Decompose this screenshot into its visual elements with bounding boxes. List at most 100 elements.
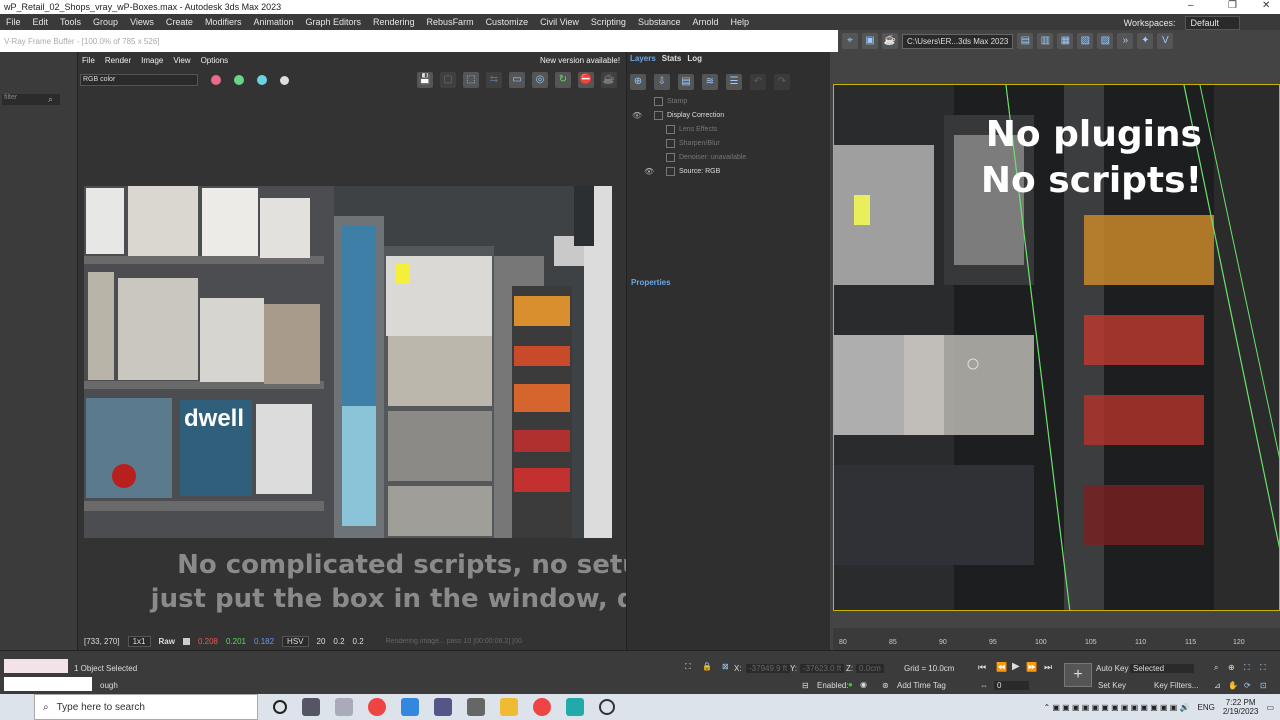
material-editor-icon[interactable]: ▦ [1057, 33, 1074, 49]
new-version-notice[interactable]: New version available! [540, 56, 620, 65]
zoom-icon[interactable]: ⌕ [1214, 663, 1218, 673]
app-icon[interactable] [599, 699, 615, 715]
zoom-extents-all-icon[interactable]: ⛶ [1260, 663, 1266, 673]
render-frame-icon[interactable]: ▣ [862, 33, 878, 49]
region-select-icon[interactable]: ⬚ [463, 72, 479, 88]
scene-explorer-icon[interactable]: ▥ [1037, 33, 1054, 49]
undo-icon[interactable]: ↶ [750, 74, 766, 90]
menu-create[interactable]: Create [160, 17, 199, 27]
interactive-render-icon[interactable]: ◎ [532, 72, 548, 88]
fov-icon[interactable]: ⊿ [1214, 681, 1221, 690]
zoom-select[interactable]: 1x1 [127, 635, 151, 647]
menu-substance[interactable]: Substance [632, 17, 687, 27]
prev-frame-icon[interactable]: ⏪ [996, 662, 1007, 673]
edge-icon[interactable] [401, 698, 419, 716]
save-all-icon[interactable]: ▢ [440, 72, 456, 88]
x-coord-field[interactable]: -37949.9 ft [746, 664, 791, 673]
go-to-start-icon[interactable]: ⏮ [978, 662, 986, 673]
set-key-big-icon[interactable]: + [1064, 663, 1092, 687]
compare-icon[interactable]: ⇆ [486, 72, 502, 88]
menu-customize[interactable]: Customize [480, 17, 535, 27]
3ds-max-icon[interactable] [566, 698, 584, 716]
vfb-menu-file[interactable]: File [82, 56, 95, 65]
app-icon[interactable] [467, 698, 485, 716]
menu-help[interactable]: Help [724, 17, 755, 27]
current-frame-field[interactable]: 0 [994, 681, 1030, 690]
layer-item[interactable]: Denoiser: unavailable [632, 150, 828, 164]
auto-key-button[interactable]: Auto Key [1096, 664, 1128, 673]
orbit-icon[interactable]: ⟳ [1244, 681, 1251, 690]
file-explorer-icon[interactable] [500, 698, 518, 716]
layer-checkbox[interactable] [666, 166, 675, 176]
arnold-icon[interactable]: ✦ [1137, 33, 1154, 49]
app-icon[interactable] [434, 698, 452, 716]
menu-file[interactable]: File [0, 17, 27, 27]
render-teapot-icon[interactable]: ☕ [601, 72, 617, 88]
key-set-select[interactable]: Selected [1130, 664, 1195, 673]
close-button[interactable]: ✕ [1262, 0, 1270, 11]
layer-stack-icon[interactable]: ≋ [702, 74, 718, 90]
blue-channel-icon[interactable] [257, 75, 267, 85]
layer-item[interactable]: Sharpen/Blur [632, 136, 828, 150]
snap-icon[interactable]: ⌖ [842, 33, 858, 49]
color-mode-select[interactable]: HSV [282, 635, 309, 647]
chrome-icon[interactable] [368, 698, 386, 716]
green-channel-icon[interactable] [234, 75, 244, 85]
layer-checkbox[interactable] [666, 138, 675, 148]
app-icon[interactable] [335, 698, 353, 716]
layer-add-icon[interactable]: ⊕ [630, 74, 646, 90]
vfb-menu-options[interactable]: Options [201, 56, 229, 65]
graph-icon[interactable]: ▧ [1077, 33, 1094, 49]
z-coord-field[interactable]: 0.0cm [856, 664, 884, 673]
menu-modifiers[interactable]: Modifiers [199, 17, 248, 27]
search-icon[interactable]: ⌕ [48, 94, 53, 105]
pan-icon[interactable]: ✋ [1228, 681, 1238, 690]
workspaces-select[interactable]: Default [1185, 16, 1240, 30]
visibility-icon[interactable]: 👁 [632, 111, 646, 120]
region-render-icon[interactable]: ▭ [509, 72, 525, 88]
absolute-mode-icon[interactable]: ⊠ [722, 662, 729, 671]
vfb-menu-view[interactable]: View [173, 56, 190, 65]
red-channel-icon[interactable] [211, 75, 221, 85]
tab-stats[interactable]: Stats [662, 54, 682, 68]
render-icon[interactable]: ☕ [882, 33, 898, 49]
menu-graph-editors[interactable]: Graph Editors [299, 17, 367, 27]
maxscript-input[interactable] [4, 677, 92, 691]
menu-views[interactable]: Views [124, 17, 160, 27]
set-key-button[interactable]: Set Key [1098, 681, 1126, 690]
tab-layers[interactable]: Layers [630, 54, 656, 68]
lock-icon[interactable]: 🔒 [702, 662, 712, 671]
vfb-menu-image[interactable]: Image [141, 56, 163, 65]
layer-item[interactable]: Stamp [632, 94, 828, 108]
vfb-menu-render[interactable]: Render [105, 56, 131, 65]
time-tag-icon[interactable]: ⊛ [882, 681, 889, 690]
alpha-channel-icon[interactable] [280, 75, 289, 85]
layer-save-icon[interactable]: ▤ [678, 74, 694, 90]
notifications-icon[interactable]: ▭ [1266, 703, 1274, 712]
zoom-extents-icon[interactable]: ⛶ [1244, 663, 1250, 673]
time-tag-toggle-icon[interactable]: ◉ [860, 680, 867, 689]
layer-checkbox[interactable] [666, 152, 675, 162]
task-view-icon[interactable] [302, 698, 320, 716]
vray-icon[interactable]: V [1157, 33, 1174, 49]
enabled-indicator-icon[interactable]: ● [848, 680, 853, 689]
timeline-ruler[interactable]: 80 85 90 95 100 105 110 115 120 [833, 628, 1280, 650]
taskbar-search[interactable]: ⌕ Type here to search [34, 694, 258, 720]
minimize-button[interactable]: – [1188, 0, 1194, 11]
layer-checkbox[interactable] [654, 96, 663, 106]
menu-civil-view[interactable]: Civil View [534, 17, 585, 27]
play-icon[interactable]: ▶ [1012, 661, 1020, 672]
refresh-icon[interactable]: ↻ [555, 72, 571, 88]
project-path-select[interactable]: C:\Users\ER...3ds Max 2023 [902, 33, 1014, 49]
menu-animation[interactable]: Animation [247, 17, 299, 27]
menu-scripting[interactable]: Scripting [585, 17, 632, 27]
layer-list-icon[interactable]: ☰ [726, 74, 742, 90]
go-to-end-icon[interactable]: ⏭ [1044, 662, 1052, 673]
tray-icons[interactable]: ⌃ ▣ ▣ ▣ ▣ ▣ ▣ ▣ ▣ ▣ ▣ ▣ ▣ ▣ 🔊 [1043, 703, 1189, 712]
cortana-icon[interactable] [273, 700, 287, 714]
menu-edit[interactable]: Edit [27, 17, 55, 27]
menu-arnold[interactable]: Arnold [686, 17, 724, 27]
isolate-icon[interactable]: ⛶ [685, 662, 691, 672]
time-config-icon[interactable]: ⊟ [802, 681, 809, 690]
chrome-icon[interactable] [533, 698, 551, 716]
